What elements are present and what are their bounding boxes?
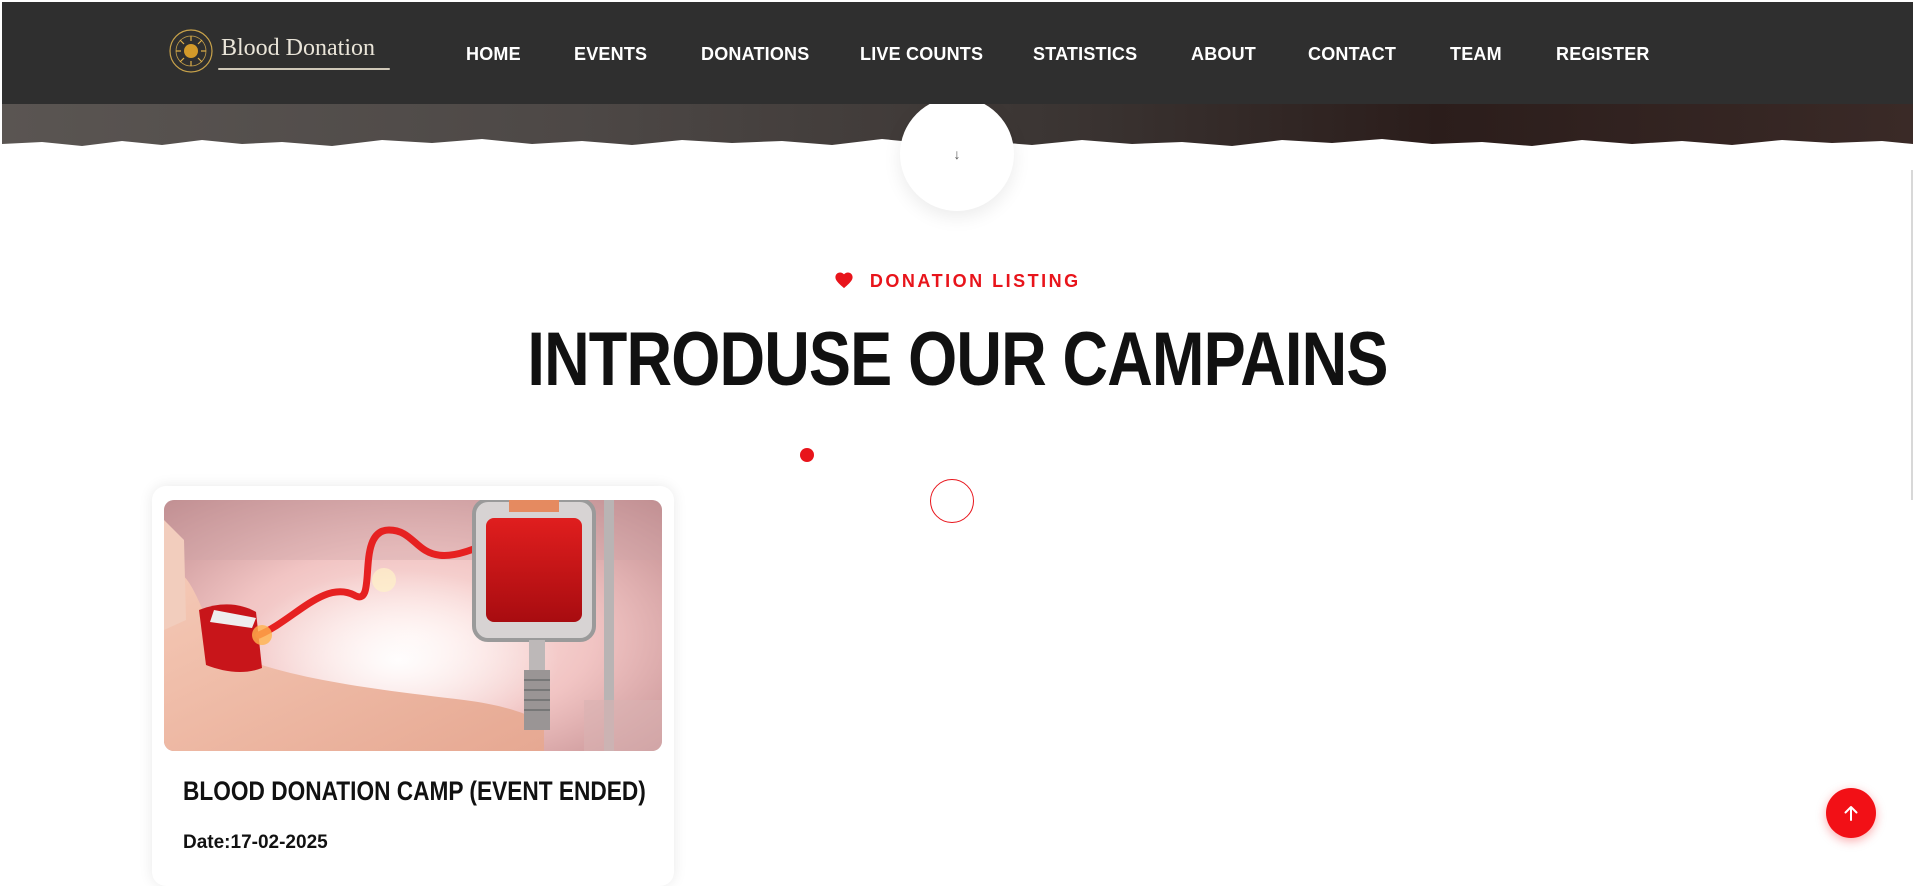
brand-name: Blood Donation bbox=[221, 35, 375, 61]
section-eyebrow-label: DONATION LISTING bbox=[869, 271, 1081, 291]
section-title: INTRODUSE OUR CAMPAINS bbox=[527, 317, 1388, 402]
scroll-down-button[interactable]: ↓ bbox=[900, 97, 1014, 211]
section-eyebrow: DONATION LISTING bbox=[0, 271, 1915, 292]
campaign-image bbox=[164, 500, 662, 751]
nav-about[interactable]: ABOUT bbox=[1191, 44, 1256, 65]
nav-register[interactable]: REGISTER bbox=[1556, 44, 1650, 65]
nav-home[interactable]: HOME bbox=[466, 44, 521, 65]
brand-logo[interactable]: Blood Donation bbox=[166, 26, 396, 76]
back-to-top-button[interactable] bbox=[1826, 788, 1876, 838]
campaign-date: Date:17-02-2025 bbox=[183, 832, 328, 853]
nav-events[interactable]: EVENTS bbox=[574, 44, 647, 65]
heart-icon bbox=[835, 272, 853, 289]
sun-emblem-icon bbox=[169, 29, 213, 73]
nav-donations[interactable]: DONATIONS bbox=[701, 44, 809, 65]
arrow-up-icon bbox=[1844, 806, 1858, 821]
nav-team[interactable]: TEAM bbox=[1450, 44, 1502, 65]
nav-live-counts[interactable]: LIVE COUNTS bbox=[860, 44, 983, 65]
arrow-down-icon: ↓ bbox=[953, 146, 961, 162]
campaign-card[interactable]: BLOOD DONATION CAMP (EVENT ENDED) Date:1… bbox=[152, 486, 674, 886]
carousel-dot[interactable] bbox=[800, 448, 814, 462]
page-scrollbar[interactable] bbox=[1911, 170, 1913, 500]
nav-contact[interactable]: CONTACT bbox=[1308, 44, 1396, 65]
blood-donation-photo bbox=[164, 500, 662, 751]
top-navbar: Blood Donation HOME EVENTS DONATIONS LIV… bbox=[2, 2, 1913, 104]
campaign-title[interactable]: BLOOD DONATION CAMP (EVENT ENDED) bbox=[183, 776, 646, 807]
cursor-ring bbox=[930, 479, 974, 523]
brand-underline bbox=[218, 68, 390, 70]
nav-statistics[interactable]: STATISTICS bbox=[1033, 44, 1137, 65]
